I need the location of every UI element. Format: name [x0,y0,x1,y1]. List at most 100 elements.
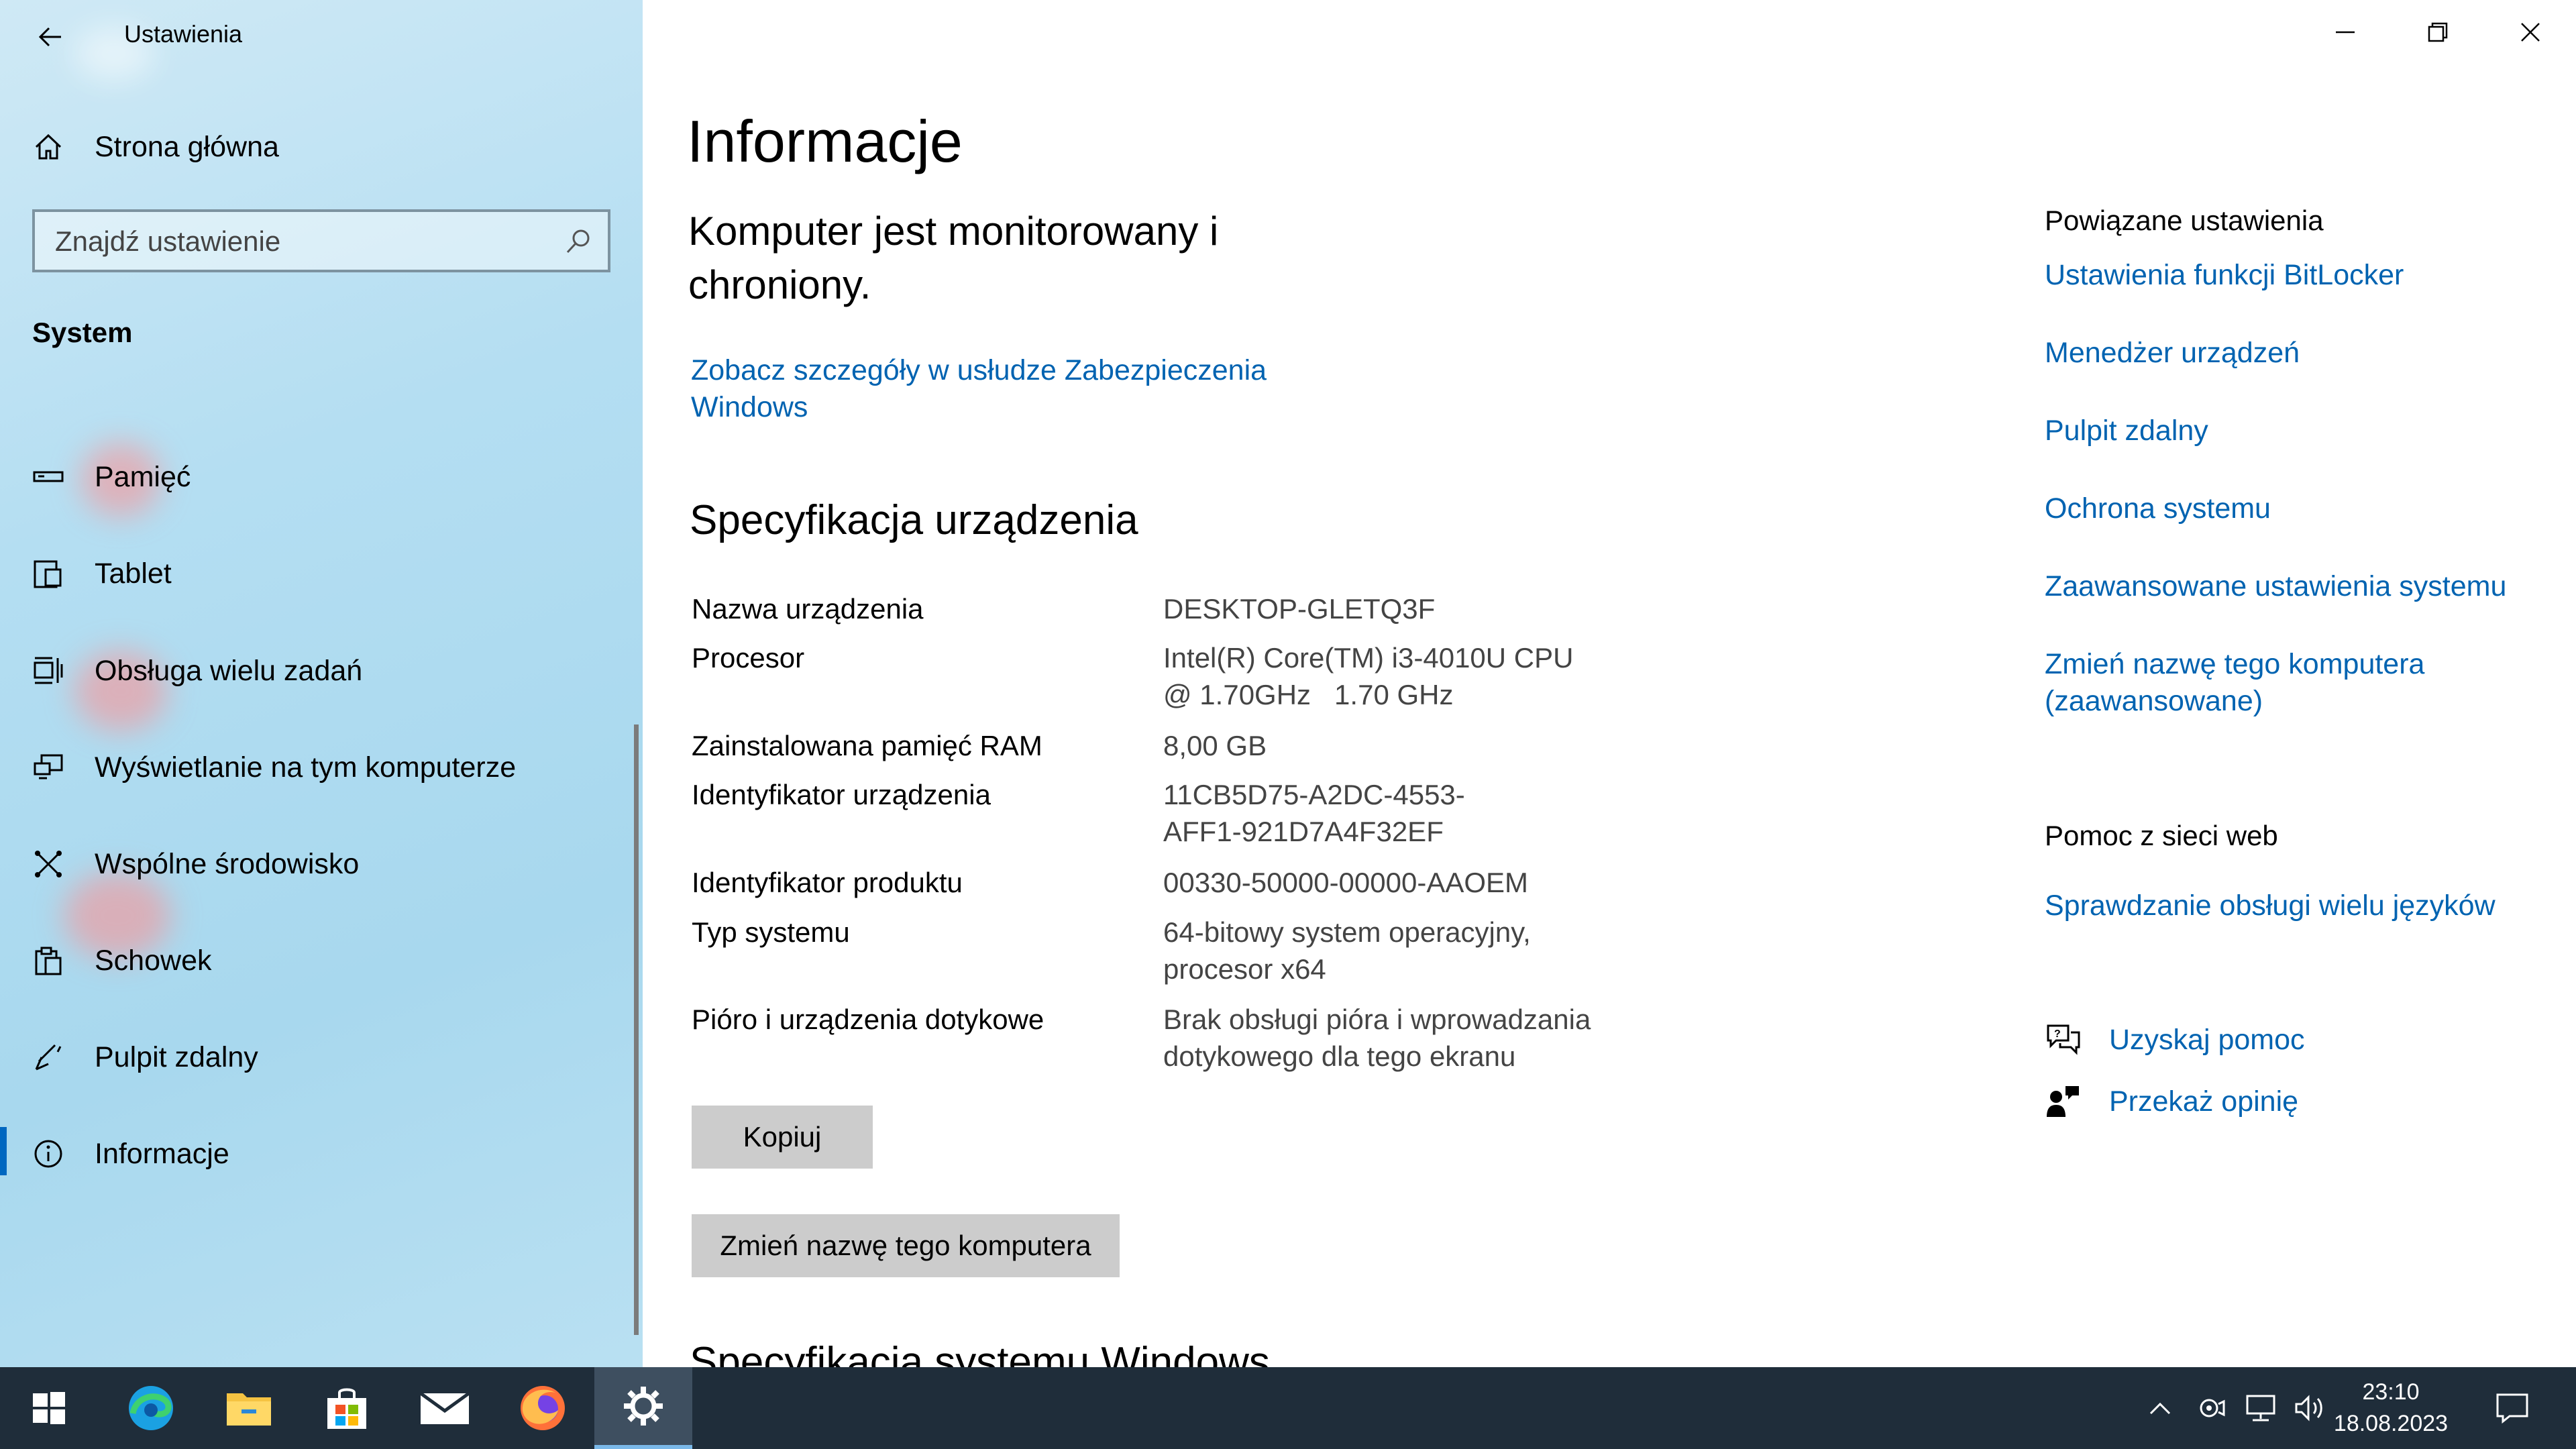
restore-icon [2428,22,2448,42]
system-protection-link[interactable]: Ochrona systemu [2045,490,2555,527]
sidebar-item-label: Wspólne środowisko [95,847,360,880]
close-icon [2521,23,2540,42]
shared-experiences-icon [30,845,67,883]
network-icon [2246,1395,2275,1421]
sidebar-item-label: Obsługa wielu zadań [95,654,363,687]
clock-time: 23:10 [2362,1379,2420,1405]
device-spec-heading: Specyfikacja urządzenia [690,497,1138,543]
sidebar-item-projecting[interactable]: Wyświetlanie na tym komputerze [0,724,643,811]
nav-home-label: Strona główna [95,130,279,163]
spec-label: Identyfikator produktu [692,867,963,898]
search-input[interactable] [54,212,566,271]
taskbar-settings[interactable] [594,1367,692,1449]
spec-label: Pióro i urządzenia dotykowe [692,1004,1044,1035]
sidebar-item-label: Pulpit zdalny [95,1040,258,1073]
nav-home[interactable]: Strona główna [0,103,643,191]
storage-icon [30,458,67,496]
page-title: Informacje [687,108,963,174]
advanced-system-settings-link[interactable]: Zaawansowane ustawienia systemu [2045,568,2555,605]
file-explorer-icon [227,1393,271,1426]
app-title: Ustawienia [124,20,243,48]
sidebar-item-tablet[interactable]: Tablet [0,530,643,617]
spec-value: 8,00 GB [1163,730,1267,761]
clock-date: 18.08.2023 [2333,1411,2449,1436]
sidebar-item-shared-experiences[interactable]: Wspólne środowisko [0,820,643,908]
windows-spec-heading: Specyfikacja systemu Windows [690,1339,1270,1367]
spec-value: Intel(R) Core(TM) i3-4010U CPU @ 1.70GHz… [1163,642,1582,710]
webcam-icon [2200,1399,2225,1417]
restore-button[interactable] [2392,0,2484,64]
sidebar-item-clipboard[interactable]: Schowek [0,917,643,1004]
spec-label: Nazwa urządzenia [692,593,924,625]
remote-desktop-icon [30,1038,67,1076]
copy-button[interactable]: Kopiuj [692,1106,873,1169]
search-icon [564,227,593,256]
back-button[interactable] [27,13,74,60]
security-details-link[interactable]: Zobacz szczegóły w usłudze Zabezpieczeni… [691,352,1348,426]
related-settings-heading: Powiązane ustawienia [2045,205,2324,236]
sidebar-item-label: Informacje [95,1137,229,1170]
feedback-item[interactable]: Przekaż opinię [2045,1081,2298,1122]
device-manager-link[interactable]: Menedżer urządzeń [2045,335,2555,372]
spec-value: Brak obsługi pióra i wprowadzania dotyko… [1163,1004,1591,1072]
home-icon [30,128,67,166]
web-help-heading: Pomoc z sieci web [2045,820,2278,851]
sidebar-item-label: Pamięć [95,460,191,493]
bitlocker-link[interactable]: Ustawienia funkcji BitLocker [2045,257,2555,294]
sidebar-item-remote-desktop[interactable]: Pulpit zdalny [0,1014,643,1101]
tablet-icon [30,555,67,592]
sidebar-item-label: Tablet [95,557,172,590]
chat-help-icon: ? [2045,1021,2082,1059]
section-label-system: System [32,317,133,348]
spec-label: Zainstalowana pamięć RAM [692,730,1042,761]
settings-search[interactable] [32,209,610,272]
action-center-button[interactable] [2482,1367,2542,1449]
feedback-link[interactable]: Przekaż opinię [2109,1085,2298,1118]
remote-desktop-link[interactable]: Pulpit zdalny [2045,413,2555,449]
network-button[interactable] [2237,1367,2284,1449]
close-button[interactable] [2484,0,2576,64]
spec-value: 00330-50000-00000-AAOEM [1163,867,1529,898]
main-content: Informacje Komputer jest monitorowany i … [643,0,2576,1367]
get-help-link[interactable]: Uzyskaj pomoc [2109,1024,2305,1057]
get-help-item[interactable]: ? Uzyskaj pomoc [2045,1020,2305,1060]
svg-text:?: ? [2054,1028,2061,1040]
spec-label: Identyfikator urządzenia [692,779,991,810]
spec-label: Procesor [692,642,805,674]
store-icon [327,1388,366,1429]
rename-pc-advanced-link[interactable]: Zmień nazwę tego komputera (zaawansowane… [2045,646,2514,720]
taskbar-firefox[interactable] [494,1367,592,1449]
spec-value: 64-bitowy system operacyjny, procesor x6… [1163,916,1531,985]
info-icon [30,1135,67,1173]
taskbar-clock[interactable]: 23:10 18.08.2023 [2324,1377,2458,1440]
taskbar-edge[interactable] [102,1367,200,1449]
chevron-up-icon [2149,1402,2171,1415]
taskbar-mail[interactable] [396,1367,494,1449]
taskbar-file-explorer[interactable] [200,1367,298,1449]
edge-icon [129,1386,173,1430]
start-button[interactable] [0,1367,98,1449]
notification-icon [2496,1393,2528,1424]
firefox-icon [521,1386,565,1430]
settings-sidebar: Ustawienia Strona główna System Pamięć T… [0,0,643,1367]
show-hidden-icons-button[interactable] [2140,1367,2180,1449]
sidebar-item-about[interactable]: Informacje [0,1110,643,1197]
taskbar-store[interactable] [298,1367,396,1449]
sidebar-item-label: Schowek [95,944,212,977]
taskbar: 23:10 18.08.2023 [0,1367,2576,1449]
sidebar-item-label: Wyświetlanie na tym komputerze [95,751,517,784]
sidebar-item-multitasking[interactable]: Obsługa wielu zadań [0,627,643,714]
sidebar-scrollbar[interactable] [634,724,639,1335]
sidebar-item-storage[interactable]: Pamięć [0,433,643,521]
projecting-icon [30,749,67,786]
minimize-icon [2336,31,2355,34]
language-support-link[interactable]: Sprawdzanie obsługi wielu języków [2045,888,2555,924]
start-icon [33,1392,65,1424]
feedback-icon [2045,1083,2082,1120]
rename-pc-button[interactable]: Zmień nazwę tego komputera [692,1214,1120,1277]
meet-now-button[interactable] [2190,1367,2231,1449]
spec-value: 11CB5D75-A2DC-4553-AFF1-921D7A4F32EF [1163,779,1465,847]
spec-value: DESKTOP-GLETQ3F [1163,593,1436,625]
multitasking-icon [30,652,67,690]
minimize-button[interactable] [2299,0,2392,64]
